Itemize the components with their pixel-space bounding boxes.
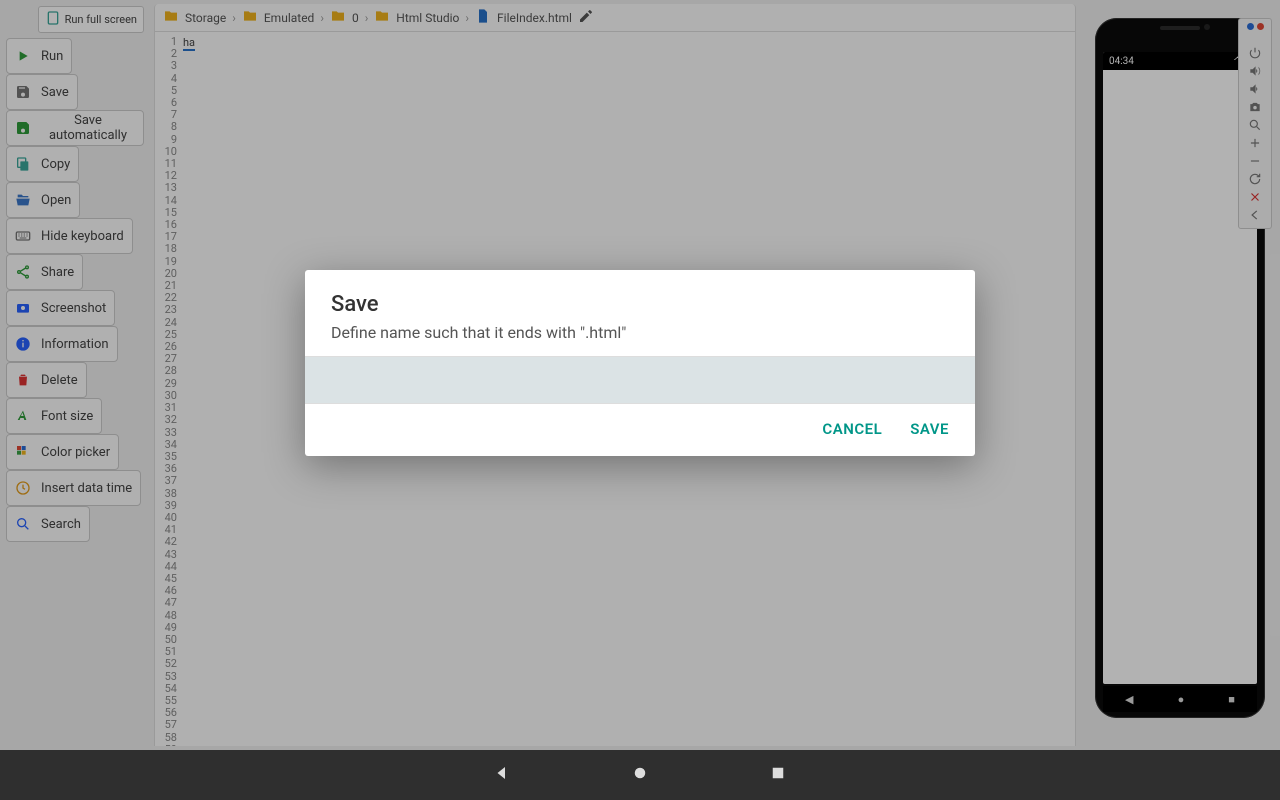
save-dialog: Save Define name such that it ends with …	[305, 270, 975, 456]
cancel-button[interactable]: CANCEL	[822, 420, 882, 438]
dialog-title: Save	[331, 292, 949, 317]
system-navbar	[0, 750, 1280, 800]
dialog-description: Define name such that it ends with ".htm…	[331, 323, 949, 342]
save-button[interactable]: SAVE	[910, 420, 949, 438]
sys-recent-icon[interactable]	[769, 764, 787, 786]
sys-home-icon[interactable]	[631, 764, 649, 786]
app-root: Run full screen RunSaveSave automaticall…	[0, 0, 1280, 750]
filename-input[interactable]	[305, 356, 975, 404]
sys-back-icon[interactable]	[493, 764, 511, 786]
